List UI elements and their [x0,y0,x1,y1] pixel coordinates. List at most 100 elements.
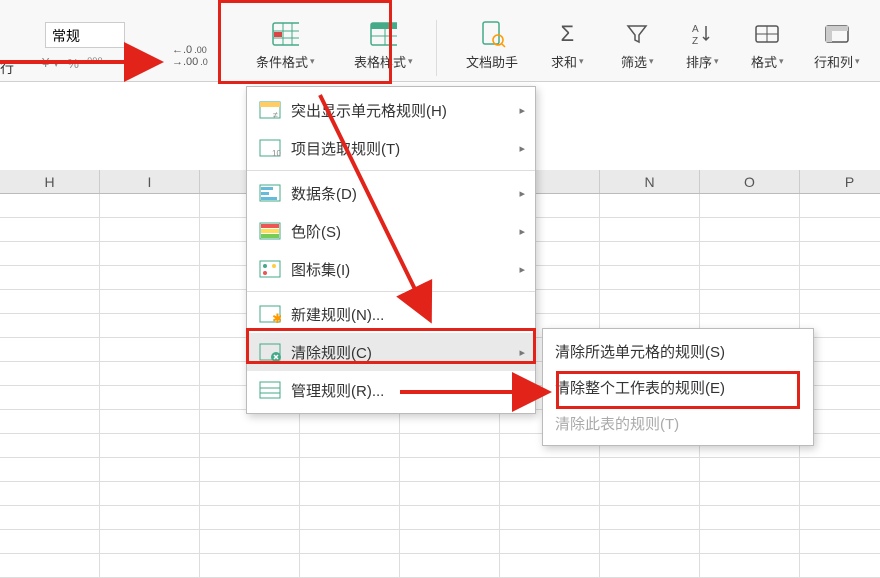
grid-cell[interactable] [0,506,100,529]
grid-cell[interactable] [800,458,880,481]
grid-cell[interactable] [200,530,300,553]
grid-cell[interactable] [100,506,200,529]
grid-cell[interactable] [100,410,200,433]
grid-cell[interactable] [700,242,800,265]
sort-button[interactable]: AZ 排序▾ [680,20,725,78]
grid-cell[interactable] [700,290,800,313]
grid-cell[interactable] [400,434,500,457]
grid-cell[interactable] [200,554,300,577]
grid-cell[interactable] [0,218,100,241]
menu-new-rule[interactable]: ✱ 新建规则(N)... [247,295,535,333]
grid-cell[interactable] [0,194,100,217]
grid-cell[interactable] [100,266,200,289]
grid-cell[interactable] [700,554,800,577]
grid-cell[interactable] [500,530,600,553]
grid-cell[interactable] [600,506,700,529]
grid-cell[interactable] [800,218,880,241]
grid-cell[interactable] [600,482,700,505]
grid-cell[interactable] [100,218,200,241]
grid-cell[interactable] [100,434,200,457]
grid-cell[interactable] [800,554,880,577]
grid-cell[interactable] [400,506,500,529]
grid-cell[interactable] [0,458,100,481]
menu-top-bottom[interactable]: 10 项目选取规则(T)▸ [247,129,535,167]
grid-cell[interactable] [0,554,100,577]
grid-cell[interactable] [700,218,800,241]
filter-button[interactable]: 筛选▾ [615,20,660,78]
decrease-decimal-button[interactable]: ←.0.00 [172,44,208,56]
grid-cell[interactable] [400,482,500,505]
grid-cell[interactable] [700,506,800,529]
menu-color-scales[interactable]: 色阶(S)▸ [247,212,535,250]
grid-cell[interactable] [400,554,500,577]
grid-cell[interactable] [600,530,700,553]
grid-cell[interactable] [200,458,300,481]
grid-cell[interactable] [500,506,600,529]
grid-cell[interactable] [0,386,100,409]
grid-cell[interactable] [700,482,800,505]
grid-cell[interactable] [0,410,100,433]
thousands-icon[interactable]: ⁰⁰⁰ [87,55,103,71]
col-header[interactable]: N [600,170,700,193]
clear-selected-cells-rules[interactable]: 清除所选单元格的规则(S) [543,333,813,369]
grid-cell[interactable] [700,458,800,481]
grid-cell[interactable] [0,290,100,313]
grid-cell[interactable] [0,434,100,457]
grid-cell[interactable] [600,266,700,289]
clear-entire-sheet-rules[interactable]: 清除整个工作表的规则(E) [543,369,813,405]
grid-cell[interactable] [200,482,300,505]
grid-cell[interactable] [100,386,200,409]
col-header[interactable]: H [0,170,100,193]
grid-cell[interactable] [800,482,880,505]
doc-helper-button[interactable]: 文档助手 [460,20,524,78]
grid-cell[interactable] [200,434,300,457]
grid-cell[interactable] [100,314,200,337]
grid-cell[interactable] [300,434,400,457]
grid-cell[interactable] [500,554,600,577]
grid-cell[interactable] [400,458,500,481]
grid-cell[interactable] [300,554,400,577]
grid-cell[interactable] [100,482,200,505]
grid-cell[interactable] [800,506,880,529]
grid-cell[interactable] [100,242,200,265]
row-col-button[interactable]: 行和列▾ [808,20,866,78]
grid-cell[interactable] [100,362,200,385]
grid-cell[interactable] [600,194,700,217]
grid-cell[interactable] [700,266,800,289]
currency-icon[interactable]: ¥ ▾ [42,55,59,71]
grid-cell[interactable] [300,506,400,529]
table-style-button[interactable]: 表格样式▾ [348,20,419,78]
menu-data-bars[interactable]: 数据条(D)▸ [247,174,535,212]
grid-cell[interactable] [0,338,100,361]
grid-row[interactable] [0,530,880,554]
percent-icon[interactable]: % [67,56,79,71]
grid-cell[interactable] [0,242,100,265]
grid-cell[interactable] [100,290,200,313]
grid-cell[interactable] [300,530,400,553]
grid-cell[interactable] [0,314,100,337]
grid-cell[interactable] [600,290,700,313]
grid-cell[interactable] [800,242,880,265]
grid-cell[interactable] [600,218,700,241]
col-header[interactable]: O [700,170,800,193]
grid-cell[interactable] [0,530,100,553]
grid-row[interactable] [0,506,880,530]
grid-cell[interactable] [600,458,700,481]
grid-cell[interactable] [700,194,800,217]
grid-cell[interactable] [800,266,880,289]
conditional-format-button[interactable]: 条件格式▾ [250,20,321,78]
grid-cell[interactable] [100,530,200,553]
grid-cell[interactable] [0,362,100,385]
grid-cell[interactable] [300,482,400,505]
grid-cell[interactable] [600,242,700,265]
grid-cell[interactable] [200,506,300,529]
grid-row[interactable] [0,482,880,506]
grid-cell[interactable] [400,530,500,553]
menu-manage-rules[interactable]: 管理规则(R)... [247,371,535,409]
grid-cell[interactable] [500,482,600,505]
grid-cell[interactable] [100,338,200,361]
grid-cell[interactable] [500,458,600,481]
col-header[interactable]: I [100,170,200,193]
menu-icon-sets[interactable]: 图标集(I)▸ [247,250,535,288]
grid-cell[interactable] [100,554,200,577]
